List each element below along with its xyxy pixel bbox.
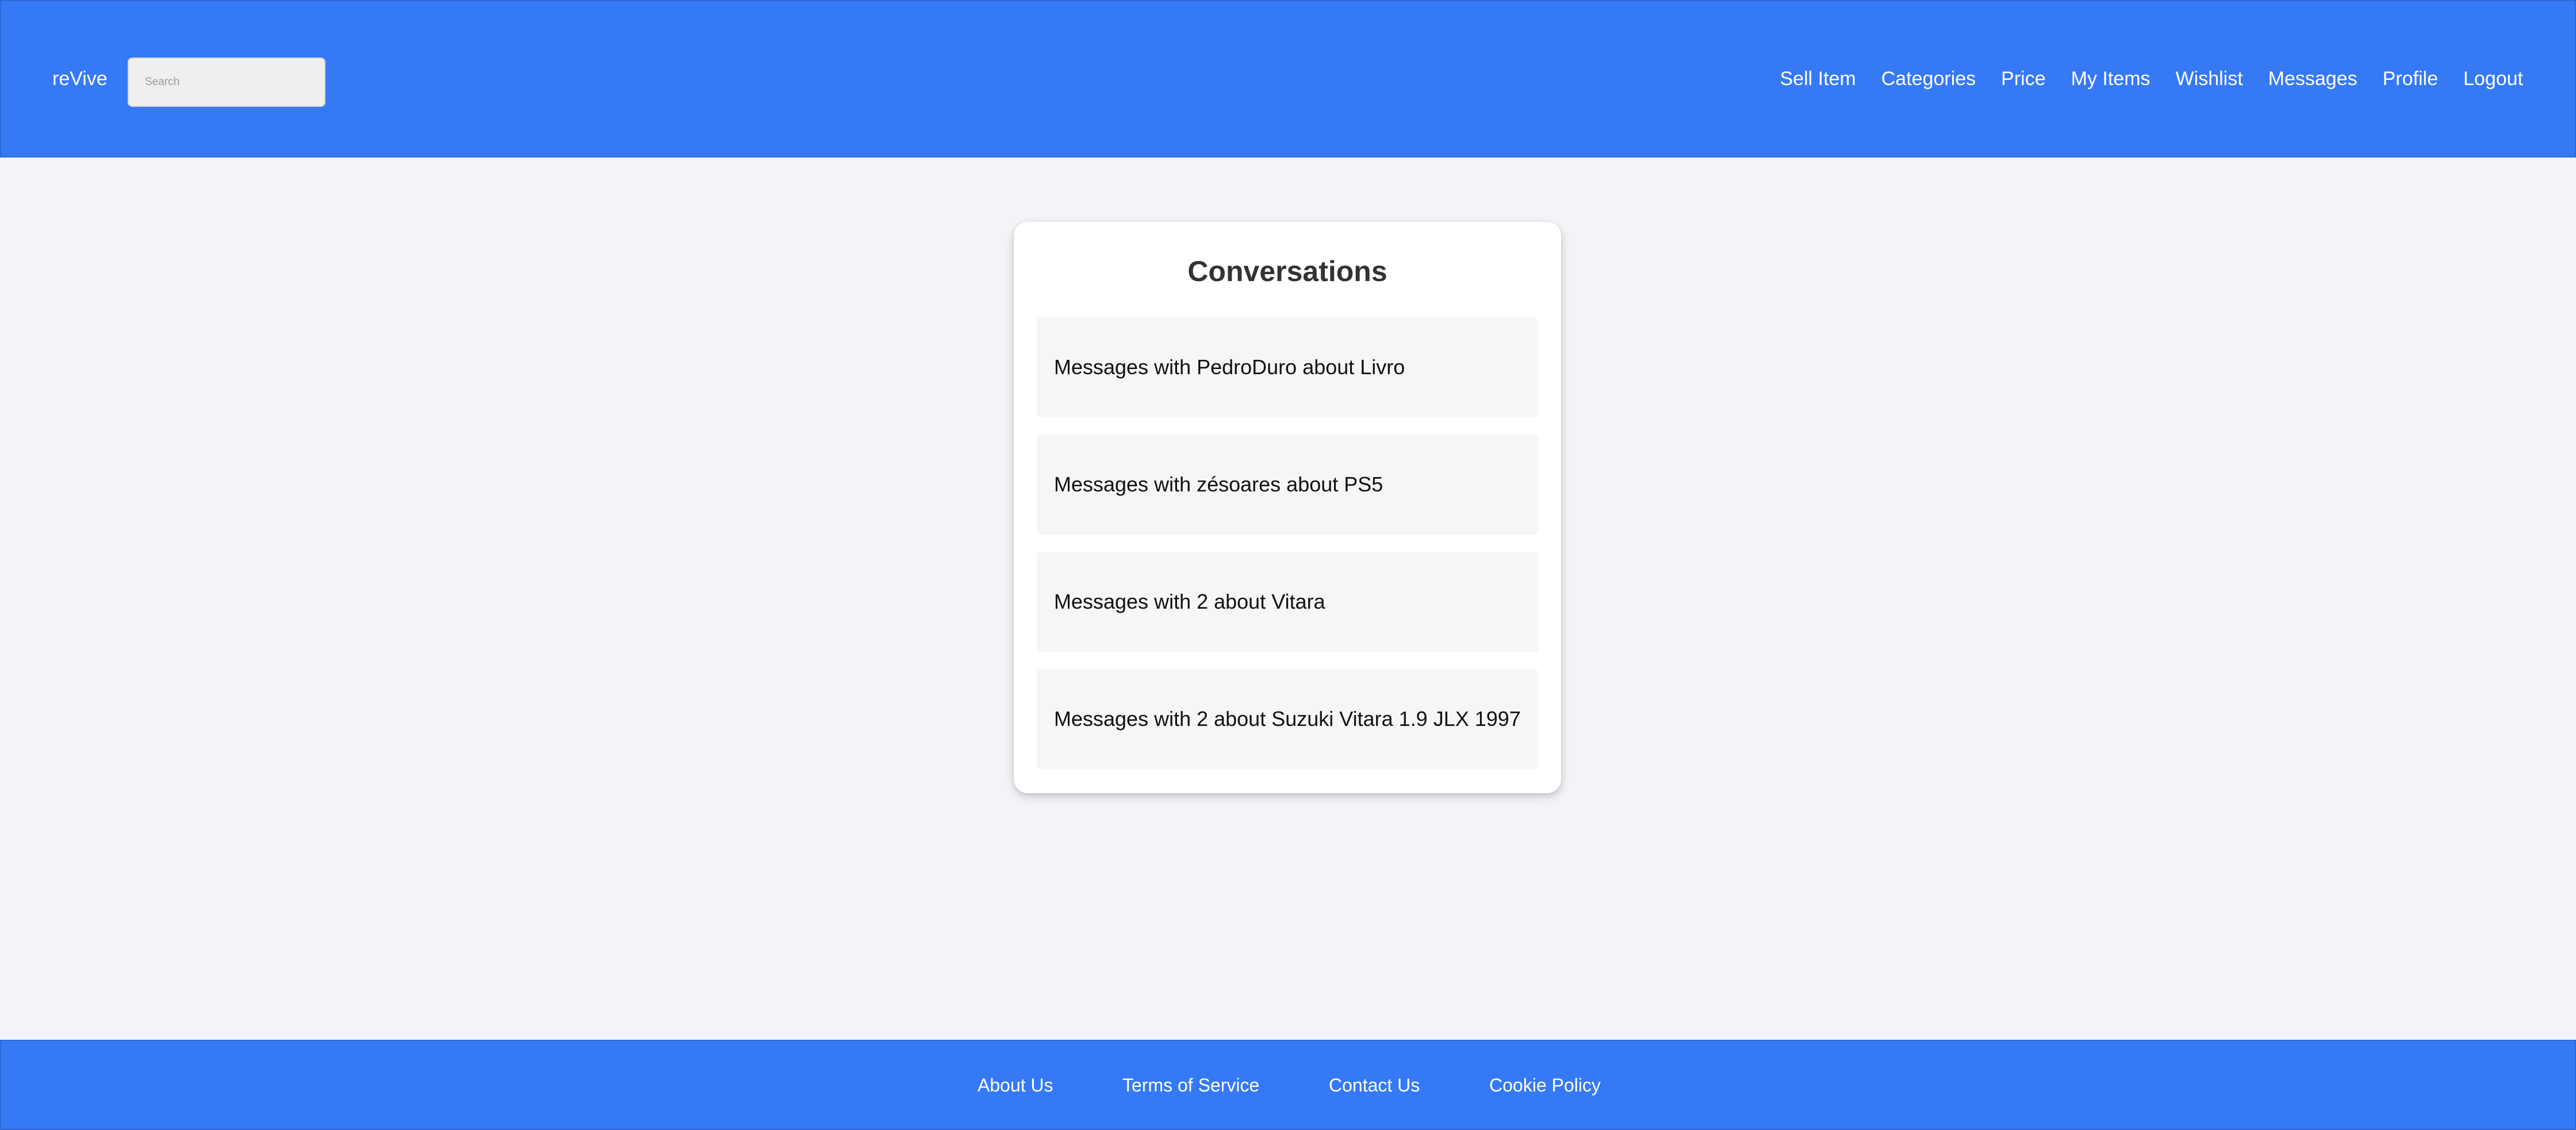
- conversation-item[interactable]: Messages with zésoares about PS5: [1037, 435, 1538, 535]
- conversations-card: Conversations Messages with PedroDuro ab…: [1014, 222, 1561, 793]
- footer: About Us Terms of Service Contact Us Coo…: [0, 1040, 2576, 1130]
- top-navbar: reVive Sell Item Categories Price My Ite…: [0, 0, 2576, 157]
- nav-sell-item[interactable]: Sell Item: [1780, 66, 1856, 92]
- conversation-item[interactable]: Messages with PedroDuro about Livro: [1037, 317, 1538, 417]
- nav-logout[interactable]: Logout: [2463, 66, 2523, 92]
- brand-logo-link[interactable]: reVive: [52, 66, 108, 92]
- conversation-item[interactable]: Messages with 2 about Suzuki Vitara 1.9 …: [1037, 669, 1538, 769]
- conversation-label: Messages with 2 about Vitara: [1054, 590, 1325, 613]
- nav-price[interactable]: Price: [2001, 66, 2045, 92]
- footer-link-terms-of-service[interactable]: Terms of Service: [1122, 1073, 1259, 1097]
- search-input[interactable]: [128, 57, 325, 107]
- nav-categories[interactable]: Categories: [1881, 66, 1976, 92]
- conversation-label: Messages with PedroDuro about Livro: [1054, 355, 1405, 379]
- nav-profile[interactable]: Profile: [2383, 66, 2438, 92]
- nav-messages[interactable]: Messages: [2268, 66, 2358, 92]
- conversation-label: Messages with 2 about Suzuki Vitara 1.9 …: [1054, 707, 1521, 731]
- footer-link-cookie-policy[interactable]: Cookie Policy: [1489, 1073, 1601, 1097]
- conversation-item[interactable]: Messages with 2 about Vitara: [1037, 552, 1538, 652]
- footer-link-about-us[interactable]: About Us: [977, 1073, 1053, 1097]
- footer-link-contact-us[interactable]: Contact Us: [1329, 1073, 1420, 1097]
- main-nav: Sell Item Categories Price My Items Wish…: [1780, 66, 2523, 92]
- page-title: Conversations: [1187, 255, 1387, 287]
- nav-wishlist[interactable]: Wishlist: [2176, 66, 2243, 92]
- conversation-label: Messages with zésoares about PS5: [1054, 472, 1383, 496]
- nav-my-items[interactable]: My Items: [2071, 66, 2150, 92]
